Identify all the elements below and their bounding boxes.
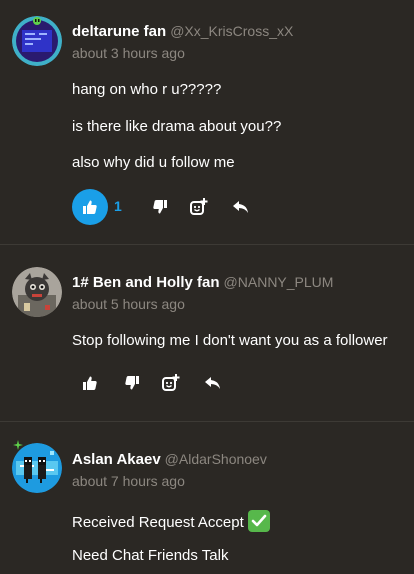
author-handle[interactable]: @AldarShonoev	[165, 451, 267, 467]
reply-button[interactable]	[223, 189, 259, 225]
thumbs-up-icon	[83, 376, 97, 390]
author-name[interactable]: Aslan Akaev	[72, 451, 161, 468]
add-reaction-button[interactable]	[153, 365, 189, 401]
like-button[interactable]	[72, 189, 108, 225]
timestamp: about 3 hours ago	[72, 45, 185, 61]
thumbs-up-icon	[83, 200, 97, 214]
comment-actions: 1	[72, 189, 272, 225]
thumbs-down-icon	[125, 376, 139, 390]
avatar[interactable]	[12, 443, 62, 493]
add-emoji-icon	[190, 198, 208, 215]
author-line: 1# Ben and Holly fan @NANNY_PLUM	[72, 274, 333, 291]
deltarune-avatar-icon	[12, 16, 62, 66]
comment-text: Stop following me I don't want you as a …	[72, 332, 388, 349]
reply-arrow-icon	[205, 377, 220, 389]
like-button[interactable]	[72, 365, 108, 401]
avatar[interactable]	[12, 267, 62, 317]
character-avatar-icon	[12, 267, 62, 317]
author-name[interactable]: 1# Ben and Holly fan	[72, 274, 220, 291]
comment-actions	[72, 365, 232, 401]
author-name[interactable]: deltarune fan	[72, 23, 166, 40]
reply-arrow-icon	[233, 201, 248, 213]
comment-divider	[0, 421, 414, 422]
avatar[interactable]	[12, 16, 62, 66]
sparkle-badge-icon	[13, 440, 23, 450]
add-emoji-icon	[162, 374, 180, 391]
comment-text: Need Chat Friends Talk	[72, 547, 229, 564]
dislike-button[interactable]	[142, 189, 178, 225]
author-handle[interactable]: @Xx_KrisCross_xX	[170, 23, 293, 39]
author-line: deltarune fan @Xx_KrisCross_xX	[72, 23, 293, 40]
comment-text-content: Received Request Accept	[72, 514, 244, 531]
author-line: Aslan Akaev @AldarShonoev	[72, 451, 267, 468]
comment-text: is there like drama about you??	[72, 118, 282, 135]
pixel-characters-avatar-icon	[12, 443, 62, 493]
comment-text: hang on who r u?????	[72, 81, 222, 98]
dislike-button[interactable]	[114, 365, 150, 401]
add-reaction-button[interactable]	[181, 189, 217, 225]
comment-text: also why did u follow me	[72, 154, 235, 171]
timestamp: about 5 hours ago	[72, 296, 185, 312]
reply-button[interactable]	[195, 365, 231, 401]
thumbs-down-icon	[153, 200, 167, 214]
comment-divider	[0, 244, 414, 245]
timestamp: about 7 hours ago	[72, 473, 185, 489]
comment-text: Received Request Accept	[72, 510, 270, 532]
check-mark-button-emoji	[247, 510, 270, 532]
author-handle[interactable]: @NANNY_PLUM	[224, 274, 334, 290]
like-count: 1	[114, 198, 122, 214]
